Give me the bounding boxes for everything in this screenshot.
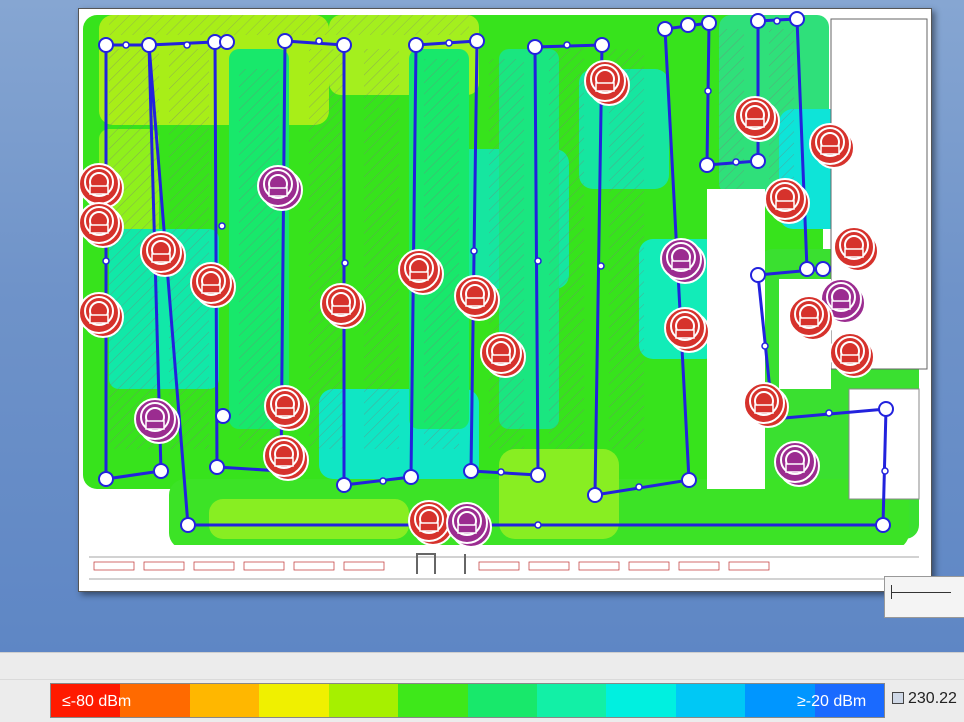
route-waypoint — [141, 37, 157, 53]
route-arrow — [218, 222, 226, 230]
route-arrow — [102, 257, 110, 265]
route-waypoint — [594, 37, 610, 53]
route-waypoint — [209, 459, 225, 475]
floor-plan-canvas[interactable] — [0, 0, 964, 652]
route-waypoint — [180, 517, 196, 533]
route-waypoint — [530, 467, 546, 483]
scale-panel — [884, 576, 964, 618]
route-arrow — [825, 409, 833, 417]
route-arrow — [341, 259, 349, 267]
route-waypoint — [657, 21, 673, 37]
route-arrow — [534, 257, 542, 265]
legend-swatch — [328, 684, 399, 717]
route-waypoint — [469, 33, 485, 49]
area-readout: 230.22 — [892, 690, 957, 708]
legend-swatch — [189, 684, 260, 717]
route-waypoint — [587, 487, 603, 503]
route-waypoint — [98, 37, 114, 53]
legend-swatch — [606, 684, 676, 717]
route-arrow — [881, 467, 889, 475]
legend-min-label: ≤-80 dBm — [62, 693, 132, 710]
route-waypoint — [98, 471, 114, 487]
route-arrow — [534, 521, 542, 529]
legend-swatch — [536, 684, 607, 717]
route-arrow — [183, 41, 191, 49]
route-waypoint — [408, 37, 424, 53]
route-waypoint — [681, 472, 697, 488]
legend-swatch — [675, 684, 746, 717]
legend-swatch — [467, 684, 537, 717]
route-waypoint — [750, 267, 766, 283]
legend-max-label: ≥-20 dBm — [797, 693, 867, 710]
area-icon — [892, 692, 904, 704]
route-arrow — [732, 158, 740, 166]
route-arrow — [470, 247, 478, 255]
legend-swatch — [259, 684, 329, 717]
heatmap-svg[interactable] — [79, 9, 931, 591]
route-waypoint — [403, 469, 419, 485]
route-arrow — [315, 37, 323, 45]
route-waypoint — [699, 157, 715, 173]
area-value: 230.22 — [908, 690, 957, 707]
route-waypoint — [277, 33, 293, 49]
route-waypoint — [219, 34, 235, 50]
route-arrow — [773, 17, 781, 25]
route-waypoint — [750, 153, 766, 169]
route-arrow — [122, 41, 130, 49]
route-arrow — [635, 483, 643, 491]
route-waypoint — [153, 463, 169, 479]
route-arrow — [445, 39, 453, 47]
route-waypoint — [463, 463, 479, 479]
route-arrow — [761, 342, 769, 350]
route-waypoint — [750, 13, 766, 29]
legend-swatch — [398, 684, 468, 717]
route-waypoint — [336, 477, 352, 493]
route-arrow — [704, 87, 712, 95]
floor-plan[interactable] — [78, 8, 932, 592]
route-waypoint — [701, 15, 717, 31]
route-arrow — [597, 262, 605, 270]
route-arrow — [497, 468, 505, 476]
route-arrow — [563, 41, 571, 49]
route-waypoint — [215, 408, 231, 424]
route-waypoint — [789, 11, 805, 27]
route-waypoint — [815, 261, 831, 277]
route-waypoint — [799, 261, 815, 277]
route-waypoint — [527, 39, 543, 55]
route-waypoint — [875, 517, 891, 533]
route-waypoint — [336, 37, 352, 53]
route-waypoint — [878, 401, 894, 417]
route-waypoint — [680, 17, 696, 33]
signal-strength-legend — [50, 683, 885, 718]
route-arrow — [379, 477, 387, 485]
